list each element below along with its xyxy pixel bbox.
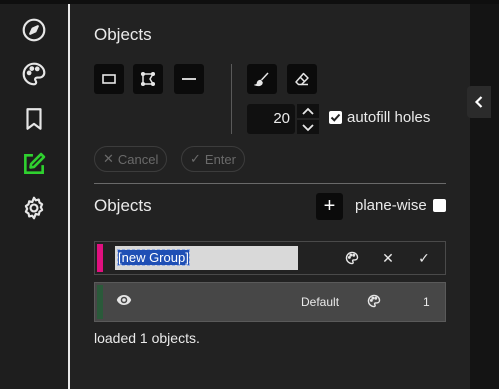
checkmark-icon: ✓ [190,151,201,166]
rectangle-tool-button[interactable] [94,64,124,94]
close-icon: ✕ [382,249,394,266]
plane-wise-label: plane-wise [355,197,427,214]
chevron-left-icon [474,96,483,108]
collapse-panel-button[interactable] [467,86,491,118]
group-object-count: 1 [423,295,430,309]
sidebar-item-settings[interactable] [17,191,51,225]
group-color-button[interactable] [366,293,382,309]
group-color-bar [97,285,103,319]
eye-icon [116,295,132,305]
sidebar-rail [0,4,68,389]
rectangle-icon [102,74,116,84]
new-group-row: [new Group] ✕ ✓ [94,241,446,275]
increment-button[interactable] [297,104,319,118]
section-divider [94,183,446,184]
enter-button[interactable]: ✓ Enter [181,146,245,172]
bookmark-icon [26,108,42,130]
enter-label: Enter [204,151,236,167]
objects-title: Objects [94,196,152,215]
chevron-up-icon [302,107,314,115]
group-name-input[interactable]: [new Group] [115,246,298,270]
compass-icon [22,18,46,42]
close-icon: ✕ [103,151,114,166]
status-message: loaded 1 objects. [94,330,200,346]
confirm-group-button[interactable]: ✓ [416,250,432,266]
checkmark-icon [330,113,341,122]
line-icon [182,78,196,80]
chevron-down-icon [302,123,314,131]
checkmark-icon: ✓ [418,249,430,266]
edit-icon [24,152,46,174]
group-color-button[interactable] [344,250,360,266]
group-name: Default [301,295,340,309]
group-row-default[interactable]: Default 1 [94,282,446,322]
autofill-label: autofill holes [347,109,431,126]
palette-icon [367,294,381,308]
eraser-icon [295,72,309,86]
visibility-toggle[interactable] [116,292,132,308]
right-edge [470,4,499,389]
eraser-tool-button[interactable] [287,64,317,94]
tools-divider [231,64,232,134]
gear-icon [24,196,44,220]
palette-icon [345,251,359,265]
sidebar-item-bookmarks[interactable] [17,102,51,136]
plane-wise-checkbox[interactable] [433,199,446,212]
group-color-bar [97,244,103,272]
brush-size-input[interactable]: 20 [247,104,295,134]
group-name-value: [new Group] [117,249,190,266]
decrement-button[interactable] [297,120,319,134]
brush-icon [254,72,269,87]
sidebar-item-navigate[interactable] [17,13,51,47]
cancel-button[interactable]: ✕ Cancel [94,146,168,172]
palette-icon [22,62,46,86]
line-tool-button[interactable] [174,64,204,94]
cancel-group-button[interactable]: ✕ [380,250,396,266]
autofill-checkbox[interactable] [329,111,342,124]
cancel-label: Cancel [117,151,159,167]
polygon-tool-button[interactable] [133,64,163,94]
add-group-button[interactable]: + [316,193,343,220]
sidebar-item-edit[interactable] [17,147,51,181]
polygon-icon [140,71,156,87]
brush-tool-button[interactable] [247,64,277,94]
tools-title: Objects [94,25,152,44]
sidebar-item-appearance[interactable] [17,57,51,91]
